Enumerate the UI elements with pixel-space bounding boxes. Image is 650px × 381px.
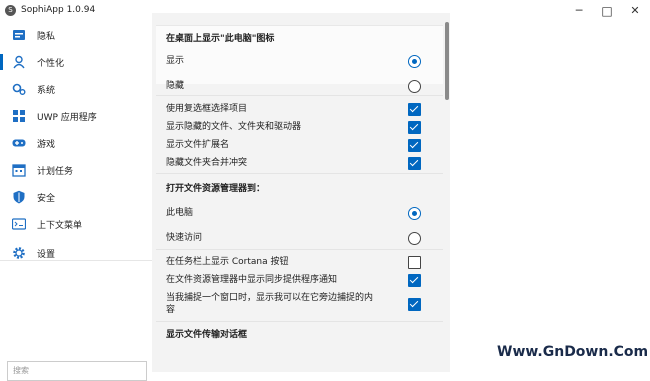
divider (156, 249, 443, 250)
right-panel (450, 22, 650, 372)
window-title: SophiApp 1.0.94 (21, 5, 96, 15)
sidebar-item-label: 计划任务 (37, 167, 74, 177)
scheduled-tasks-icon (12, 164, 26, 177)
radio-hide-this-pc[interactable] (408, 80, 421, 93)
checkbox-snap-assist[interactable] (408, 298, 421, 311)
divider (156, 95, 443, 96)
section-title: 在桌面上显示"此电脑"图标 (166, 34, 275, 44)
gear-icon (13, 247, 25, 259)
sidebar-item-uwp-apps[interactable]: UWP 应用程序 (0, 103, 152, 129)
sidebar-item-label: 隐私 (37, 32, 56, 42)
checkbox-use-item-checkboxes[interactable] (408, 103, 421, 116)
shield-icon (13, 190, 25, 204)
radio-show-this-pc[interactable] (408, 55, 421, 68)
option-label: 显示文件扩展名 (166, 140, 230, 150)
search-input[interactable]: 搜索 (7, 361, 147, 381)
settings-content: 在桌面上显示"此电脑"图标 显示 隐藏 使用复选框选择项目 显示隐藏的文件、文件… (152, 13, 450, 372)
scrollbar-thumb[interactable] (445, 22, 449, 100)
option-label: 显示隐藏的文件、文件夹和驱动器 (166, 122, 302, 132)
sidebar-item-system[interactable]: 系统 (0, 76, 152, 102)
sidebar-item-label: UWP 应用程序 (37, 113, 97, 123)
option-label: 使用复选框选择项目 (166, 104, 248, 114)
sidebar-item-label: 上下文菜单 (37, 221, 83, 231)
option-label: 此电脑 (166, 208, 194, 218)
sidebar-item-context-menu[interactable]: 上下文菜单 (0, 211, 152, 237)
divider (156, 321, 443, 322)
option-label: 在文件资源管理器中显示同步提供程序通知 (166, 275, 338, 285)
option-label: 隐藏 (166, 81, 185, 91)
watermark-text: Www.GnDown.Com (497, 344, 649, 360)
sidebar-item-label: 个性化 (37, 59, 65, 69)
search-placeholder: 搜索 (13, 366, 29, 375)
sidebar-item-label: 游戏 (37, 140, 56, 150)
minimize-button[interactable]: ─ (568, 2, 590, 20)
section-title: 显示文件传输对话框 (166, 330, 248, 340)
checkbox-show-file-extensions[interactable] (408, 139, 421, 152)
sidebar-item-scheduled-tasks[interactable]: 计划任务 (0, 157, 152, 183)
sidebar-item-label: 安全 (37, 194, 56, 204)
sidebar-item-label: 系统 (37, 86, 56, 96)
sidebar-item-label: 设置 (37, 250, 56, 260)
context-menu-icon (12, 218, 26, 230)
option-label-line2: 容 (166, 305, 176, 315)
radio-open-this-pc[interactable] (408, 207, 421, 220)
checkbox-show-cortana-button[interactable] (408, 256, 421, 269)
app-logo-icon: S (5, 5, 16, 16)
checkbox-hide-merge-conflicts[interactable] (408, 157, 421, 170)
option-label: 隐藏文件夹合并冲突 (166, 158, 248, 168)
close-button[interactable]: ✕ (624, 2, 646, 20)
option-label: 显示 (166, 56, 185, 66)
sidebar-item-privacy[interactable]: 隐私 (0, 22, 152, 48)
sidebar-item-security[interactable]: 安全 (0, 184, 152, 210)
system-icon (12, 83, 26, 95)
sidebar-item-personalization[interactable]: 个性化 (0, 49, 152, 75)
divider (156, 173, 443, 174)
section-title: 打开文件资源管理器到： (166, 184, 266, 194)
privacy-icon (13, 30, 25, 40)
option-label: 快速访问 (166, 233, 203, 243)
option-label: 在任务栏上显示 Cortana 按钮 (166, 257, 289, 267)
sidebar-item-gaming[interactable]: 游戏 (0, 130, 152, 156)
checkbox-show-hidden-files[interactable] (408, 121, 421, 134)
sidebar-item-settings[interactable]: 设置 (0, 240, 152, 266)
radio-open-quick-access[interactable] (408, 232, 421, 245)
gamepad-icon (12, 139, 26, 147)
uwp-apps-icon (13, 110, 25, 122)
checkbox-sync-provider-notifications[interactable] (408, 274, 421, 287)
maximize-button[interactable]: □ (596, 2, 618, 20)
personalization-icon (13, 55, 25, 69)
sidebar: 隐私 个性化 系统 UWP 应用程序 游戏 计划任务 安全 上下文菜单 设置 搜… (0, 22, 152, 381)
option-label-line1: 当我捕捉一个窗口时，显示我可以在它旁边捕捉的内 (166, 293, 374, 303)
